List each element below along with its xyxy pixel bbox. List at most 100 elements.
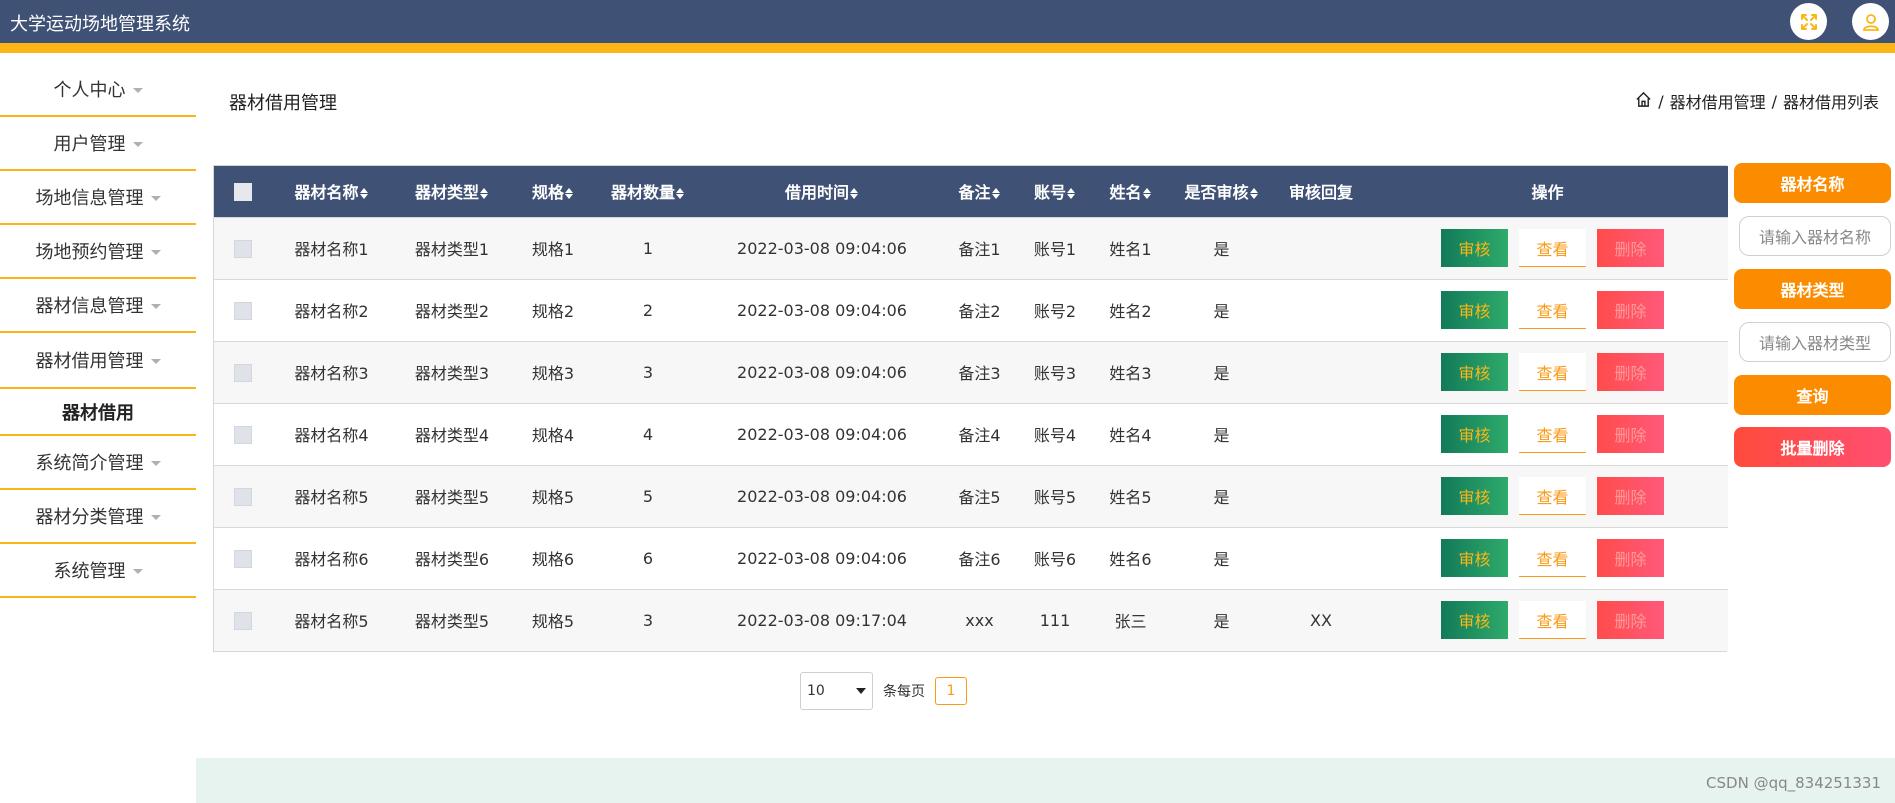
- column-header-account[interactable]: 账号: [1017, 166, 1093, 217]
- sidebar-item-label: 器材信息管理: [35, 296, 144, 317]
- view-button[interactable]: 查看: [1519, 477, 1586, 515]
- fullscreen-icon[interactable]: [1790, 3, 1827, 40]
- caret-down-icon: [150, 358, 161, 364]
- audit-button[interactable]: 审核: [1441, 353, 1508, 391]
- row-checkbox[interactable]: [214, 341, 271, 403]
- sidebar-item-venue-info[interactable]: 场地信息管理: [0, 171, 196, 225]
- delete-button[interactable]: 删除: [1597, 539, 1664, 577]
- cell-actions: 审核 查看 删除: [1367, 589, 1728, 651]
- sort-icon[interactable]: [1067, 188, 1076, 200]
- column-header-audited[interactable]: 是否审核: [1168, 166, 1275, 217]
- audit-button[interactable]: 审核: [1441, 415, 1508, 453]
- table-row: 器材名称1 器材类型1 规格1 1 2022-03-08 09:04:06 备注1 账号1 姓…: [214, 217, 1728, 279]
- sidebar-item-label: 器材借用管理: [35, 351, 144, 372]
- caret-down-icon: [132, 141, 143, 147]
- cell-note: 备注4: [958, 426, 1001, 445]
- delete-button[interactable]: 删除: [1597, 415, 1664, 453]
- bulk-delete-button[interactable]: 批量删除: [1734, 427, 1891, 467]
- delete-button[interactable]: 删除: [1597, 291, 1664, 329]
- row-checkbox[interactable]: [214, 403, 271, 465]
- row-checkbox[interactable]: [214, 279, 271, 341]
- delete-button[interactable]: 删除: [1597, 601, 1664, 640]
- footer-band: [196, 758, 1895, 803]
- cell-audited: 是: [1213, 488, 1230, 507]
- audit-button[interactable]: 审核: [1441, 601, 1508, 640]
- delete-button[interactable]: 删除: [1597, 229, 1664, 267]
- sidebar-item-venue-booking[interactable]: 场地预约管理: [0, 225, 196, 279]
- sort-icon[interactable]: [1249, 188, 1259, 200]
- sort-icon[interactable]: [1142, 188, 1152, 200]
- cell-account: 账号3: [1033, 364, 1077, 383]
- sidebar-item-equipment-borrow[interactable]: 器材借用管理: [0, 333, 196, 387]
- cell-time: 2022-03-08 09:04:06: [737, 486, 907, 506]
- delete-button[interactable]: 删除: [1597, 477, 1664, 515]
- row-checkbox[interactable]: [214, 465, 271, 527]
- sort-icon[interactable]: [359, 188, 369, 200]
- name-filter-label: 器材名称: [1734, 163, 1891, 203]
- view-button[interactable]: 查看: [1519, 353, 1586, 391]
- audit-button[interactable]: 审核: [1441, 229, 1508, 267]
- cell-reply: [1275, 217, 1367, 279]
- column-header-note[interactable]: 备注: [942, 166, 1017, 217]
- cell-note: xxx: [965, 610, 994, 630]
- user-icon[interactable]: [1852, 3, 1889, 40]
- page-number-button[interactable]: 1: [935, 677, 967, 705]
- row-checkbox[interactable]: [214, 217, 271, 279]
- type-search-input[interactable]: 请输入器材类型: [1739, 322, 1891, 362]
- row-checkbox[interactable]: [214, 527, 271, 589]
- column-header-time[interactable]: 借用时间: [702, 166, 942, 217]
- sidebar-subitem-equipment-borrow[interactable]: 器材借用: [0, 389, 196, 436]
- view-button[interactable]: 查看: [1519, 539, 1586, 577]
- column-header-qty[interactable]: 器材数量: [594, 166, 702, 217]
- column-header-name[interactable]: 器材名称: [271, 166, 392, 217]
- cell-audited: 是: [1213, 302, 1230, 321]
- sidebar-item-user-management[interactable]: 用户管理: [0, 117, 196, 171]
- cell-type: 器材类型5: [414, 488, 490, 507]
- column-header-type[interactable]: 器材类型: [392, 166, 512, 217]
- select-all-checkbox[interactable]: [214, 166, 271, 217]
- sidebar-item-system-management[interactable]: 系统管理: [0, 544, 196, 598]
- query-button[interactable]: 查询: [1734, 375, 1891, 415]
- caret-down-icon: [150, 514, 161, 520]
- view-button[interactable]: 查看: [1519, 291, 1586, 329]
- sort-icon[interactable]: [850, 188, 859, 200]
- name-search-input[interactable]: 请输入器材名称: [1739, 216, 1891, 256]
- column-header-reply: 审核回复: [1288, 183, 1353, 203]
- home-icon[interactable]: [1635, 91, 1652, 112]
- sidebar-item-label: 场地信息管理: [35, 188, 144, 209]
- cell-reply: XX: [1310, 610, 1332, 630]
- sort-icon[interactable]: [565, 188, 574, 200]
- cell-spec: 规格5: [531, 488, 575, 507]
- page-size-value: 10: [807, 683, 825, 699]
- audit-button[interactable]: 审核: [1441, 477, 1508, 515]
- audit-button[interactable]: 审核: [1441, 539, 1508, 577]
- breadcrumb-level2: 器材借用列表: [1782, 93, 1879, 112]
- cell-audited: 是: [1213, 364, 1230, 383]
- row-checkbox[interactable]: [214, 589, 271, 651]
- breadcrumb-level1[interactable]: 器材借用管理: [1670, 89, 1766, 113]
- sidebar-item-equipment-info[interactable]: 器材信息管理: [0, 279, 196, 333]
- page-size-select[interactable]: 10: [800, 672, 873, 710]
- cell-name: 器材名称5: [294, 488, 369, 507]
- cell-type: 器材类型4: [414, 426, 490, 445]
- sidebar-item-label: 系统简介管理: [35, 453, 144, 474]
- view-button[interactable]: 查看: [1519, 415, 1586, 453]
- delete-button[interactable]: 删除: [1597, 353, 1664, 391]
- cell-type: 器材类型6: [414, 550, 490, 569]
- audit-button[interactable]: 审核: [1441, 291, 1508, 329]
- cell-note: 备注6: [958, 550, 1001, 569]
- sidebar-item-personal-center[interactable]: 个人中心: [0, 63, 196, 117]
- sort-icon[interactable]: [676, 188, 685, 200]
- sort-icon[interactable]: [480, 188, 489, 200]
- cell-person: 姓名5: [1109, 488, 1152, 507]
- sidebar-item-equipment-category[interactable]: 器材分类管理: [0, 490, 196, 544]
- column-header-spec[interactable]: 规格: [512, 166, 594, 217]
- sort-icon[interactable]: [991, 188, 1001, 200]
- view-button[interactable]: 查看: [1519, 229, 1586, 267]
- cell-actions: 审核 查看 删除: [1367, 217, 1728, 279]
- cell-actions: 审核 查看 删除: [1367, 527, 1728, 589]
- sidebar-item-system-intro[interactable]: 系统简介管理: [0, 436, 196, 490]
- cell-spec: 规格1: [531, 240, 575, 259]
- view-button[interactable]: 查看: [1519, 601, 1586, 640]
- column-header-person[interactable]: 姓名: [1093, 166, 1168, 217]
